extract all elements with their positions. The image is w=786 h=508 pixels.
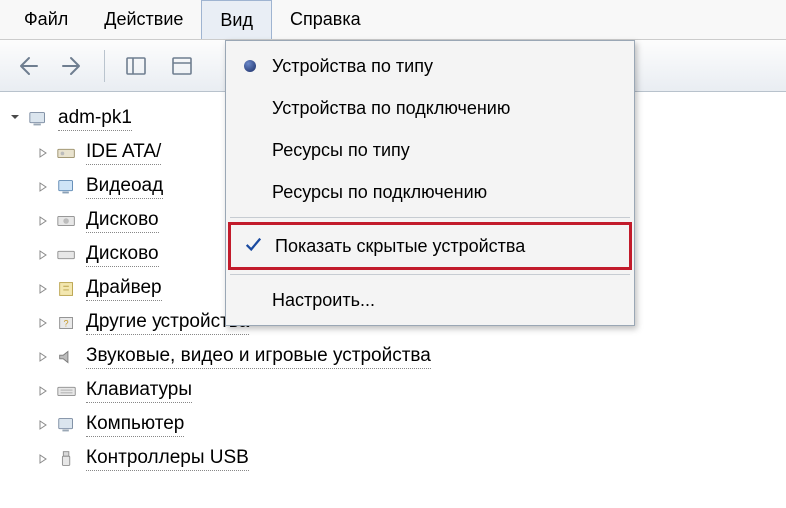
view-dropdown: Устройства по типу Устройства по подключ… [225, 40, 635, 326]
menu-file-label: Файл [24, 9, 68, 30]
back-button[interactable] [6, 47, 48, 85]
menu-action[interactable]: Действие [86, 0, 201, 39]
expand-icon[interactable] [36, 350, 50, 364]
menu-view-label: Вид [220, 10, 253, 31]
properties-icon [170, 54, 194, 78]
menu-help-label: Справка [290, 9, 361, 30]
expand-icon[interactable] [36, 316, 50, 330]
tree-item-label: Компьютер [86, 413, 184, 437]
expand-icon[interactable] [36, 180, 50, 194]
expand-icon[interactable] [36, 146, 50, 160]
tree-item-label: Драйвер [86, 277, 162, 301]
ide-icon [54, 142, 80, 164]
menu-file[interactable]: Файл [6, 0, 86, 39]
toolbar-separator [104, 50, 105, 82]
menu-action-label: Действие [104, 9, 183, 30]
dropdown-label: Настроить... [272, 290, 618, 311]
arrow-right-icon [61, 54, 85, 78]
toolbar-panel1-button[interactable] [115, 47, 157, 85]
usb-icon [54, 448, 80, 470]
tree-item[interactable]: Контроллеры USB [36, 442, 786, 476]
sound-icon [54, 346, 80, 368]
svg-text:?: ? [64, 319, 69, 329]
dropdown-separator [230, 217, 630, 218]
dropdown-show-hidden[interactable]: Показать скрытые устройства [231, 225, 629, 267]
tree-item-label: Дисково [86, 209, 159, 233]
menu-view[interactable]: Вид [201, 0, 272, 39]
dropdown-resources-by-type[interactable]: Ресурсы по типу [228, 129, 632, 171]
arrow-left-icon [15, 54, 39, 78]
tree-item-label: Звуковые, видео и игровые устройства [86, 345, 431, 369]
radio-selected-icon [244, 60, 256, 72]
tree-item-label: IDE ATA/ [86, 141, 161, 165]
dropdown-label: Показать скрытые устройства [275, 236, 615, 257]
computer-icon [26, 108, 52, 130]
dropdown-separator [230, 274, 630, 275]
expand-icon[interactable] [36, 418, 50, 432]
check-icon [244, 235, 262, 258]
tree-item-label: Клавиатуры [86, 379, 192, 403]
dropdown-highlight-box: Показать скрытые устройства [228, 222, 632, 270]
collapse-icon[interactable] [8, 112, 22, 126]
display-adapter-icon [54, 176, 80, 198]
panel-icon [124, 54, 148, 78]
dropdown-label: Ресурсы по типу [272, 140, 618, 161]
menubar: Файл Действие Вид Справка [0, 0, 786, 40]
menu-help[interactable]: Справка [272, 0, 379, 39]
driver-icon [54, 278, 80, 300]
other-devices-icon: ? [54, 312, 80, 334]
disk-icon [54, 244, 80, 266]
expand-icon[interactable] [36, 214, 50, 228]
disk-drive-icon [54, 210, 80, 232]
expand-icon[interactable] [36, 248, 50, 262]
dropdown-label: Ресурсы по подключению [272, 182, 618, 203]
expand-icon[interactable] [36, 384, 50, 398]
toolbar-panel2-button[interactable] [161, 47, 203, 85]
tree-item-label: Видеоад [86, 175, 163, 199]
forward-button[interactable] [52, 47, 94, 85]
keyboard-icon [54, 380, 80, 402]
tree-item[interactable]: Звуковые, видео и игровые устройства [36, 340, 786, 374]
dropdown-customize[interactable]: Настроить... [228, 279, 632, 321]
dropdown-label: Устройства по подключению [272, 98, 618, 119]
expand-icon[interactable] [36, 282, 50, 296]
tree-item[interactable]: Компьютер [36, 408, 786, 442]
dropdown-devices-by-type[interactable]: Устройства по типу [228, 45, 632, 87]
tree-item-label: Дисково [86, 243, 159, 267]
tree-root-label: adm-pk1 [58, 107, 132, 131]
tree-item-label: Контроллеры USB [86, 447, 249, 471]
computer-category-icon [54, 414, 80, 436]
tree-item[interactable]: Клавиатуры [36, 374, 786, 408]
dropdown-label: Устройства по типу [272, 56, 618, 77]
dropdown-resources-by-connection[interactable]: Ресурсы по подключению [228, 171, 632, 213]
tree-item-label: Другие у [86, 311, 162, 335]
expand-icon[interactable] [36, 452, 50, 466]
dropdown-devices-by-connection[interactable]: Устройства по подключению [228, 87, 632, 129]
